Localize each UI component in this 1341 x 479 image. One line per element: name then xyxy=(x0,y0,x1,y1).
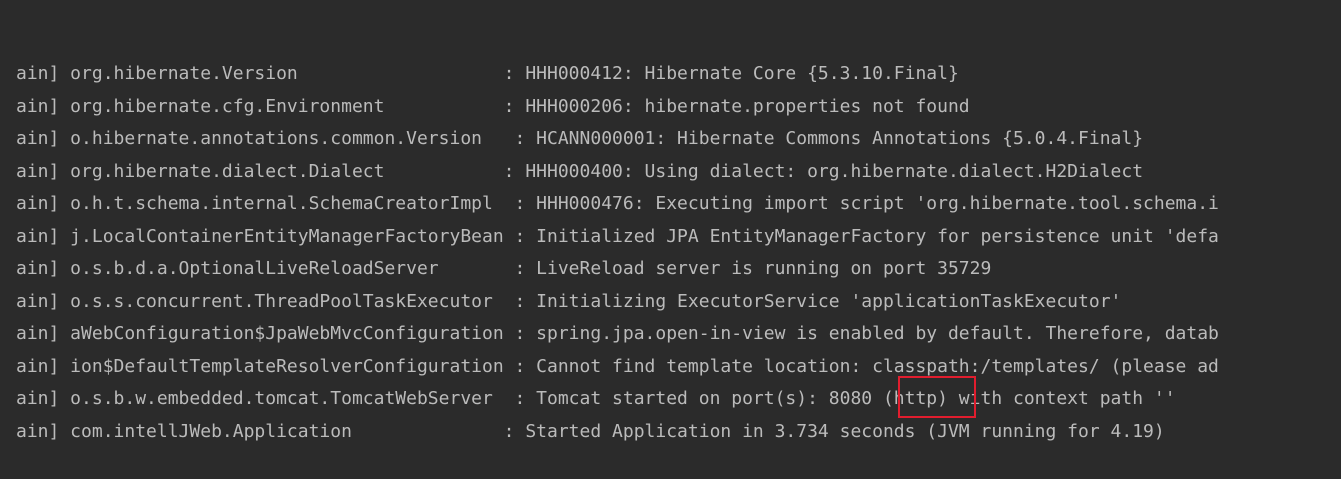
log-line-text: ain] ion$DefaultTemplateResolverConfigur… xyxy=(16,356,1219,377)
log-line-text: ain] org.hibernate.Version : HHH000412: … xyxy=(16,63,959,84)
log-line: ain] ion$DefaultTemplateResolverConfigur… xyxy=(16,351,1219,383)
log-line: ain] org.hibernate.dialect.Dialect : HHH… xyxy=(16,156,1143,188)
log-line: ain] com.intellJWeb.Application : Starte… xyxy=(16,416,1165,448)
log-line: ain] o.s.b.d.a.OptionalLiveReloadServer … xyxy=(16,253,991,285)
log-line-text: ain] o.s.b.w.embedded.tomcat.TomcatWebSe… xyxy=(16,388,1176,409)
log-line-text: ain] org.hibernate.cfg.Environment : HHH… xyxy=(16,96,970,117)
log-line: ain] j.LocalContainerEntityManagerFactor… xyxy=(16,221,1219,253)
log-line: ain] org.hibernate.cfg.Environment : HHH… xyxy=(16,91,970,123)
log-line-text: ain] o.s.s.concurrent.ThreadPoolTaskExec… xyxy=(16,291,1122,312)
log-line-text: ain] org.hibernate.dialect.Dialect : HHH… xyxy=(16,161,1144,182)
log-line: ain] o.s.s.concurrent.ThreadPoolTaskExec… xyxy=(16,286,1121,318)
log-line: ain] o.s.b.w.embedded.tomcat.TomcatWebSe… xyxy=(16,383,1176,415)
log-line: ain] o.hibernate.annotations.common.Vers… xyxy=(16,123,1143,155)
console-output-panel[interactable]: ain] org.hibernate.Version : HHH000412: … xyxy=(0,0,1341,479)
log-line-text: ain] aWebConfiguration$JpaWebMvcConfigur… xyxy=(16,323,1219,344)
log-line-text: ain] j.LocalContainerEntityManagerFactor… xyxy=(16,226,1219,247)
log-line-text: ain] o.h.t.schema.internal.SchemaCreator… xyxy=(16,193,1219,214)
log-line: ain] o.h.t.schema.internal.SchemaCreator… xyxy=(16,188,1219,220)
log-line: ain] aWebConfiguration$JpaWebMvcConfigur… xyxy=(16,318,1219,350)
log-line-text: ain] o.hibernate.annotations.common.Vers… xyxy=(16,128,1144,149)
log-line: ain] org.hibernate.Version : HHH000412: … xyxy=(16,58,959,90)
log-line-text: ain] o.s.b.d.a.OptionalLiveReloadServer … xyxy=(16,258,992,279)
log-line-text: ain] com.intellJWeb.Application : Starte… xyxy=(16,421,1165,442)
